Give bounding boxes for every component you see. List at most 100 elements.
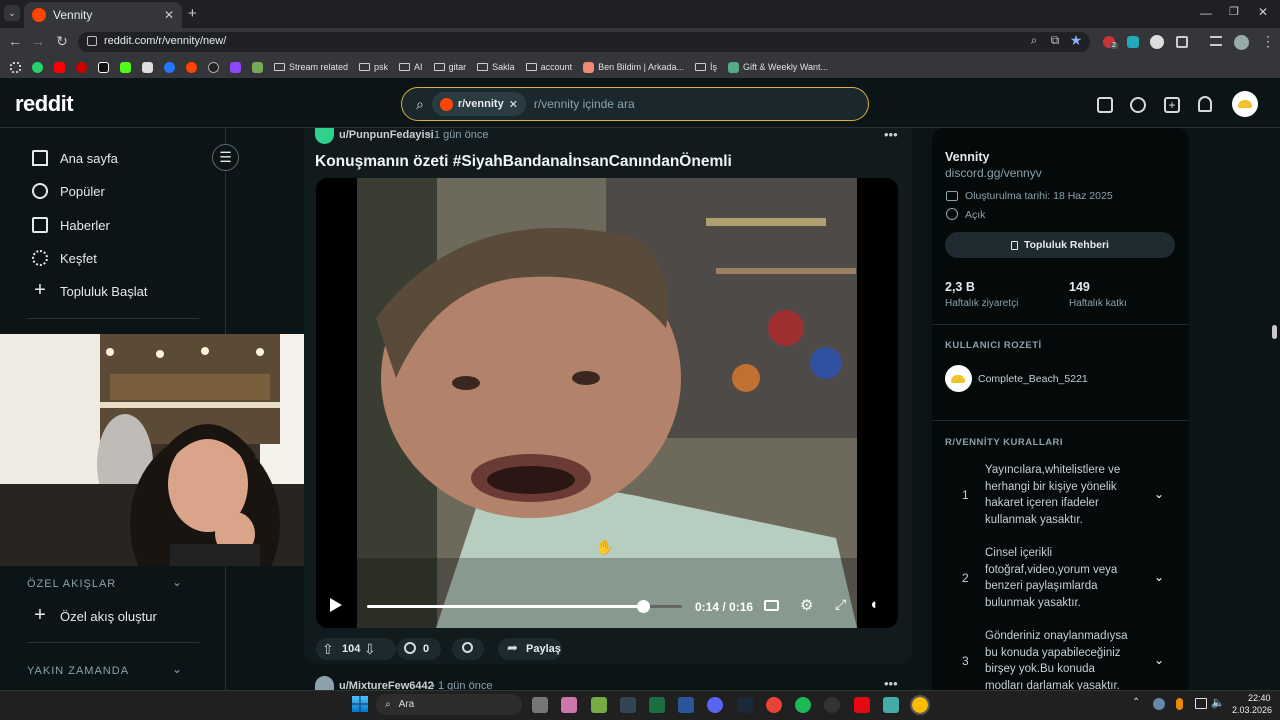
- badge-avatar[interactable]: [945, 365, 972, 392]
- apps-grid-icon[interactable]: [10, 61, 21, 73]
- extension-icon[interactable]: [1150, 35, 1164, 49]
- search-bar[interactable]: ⌕ r/vennity ✕ r/vennity içinde ara: [401, 87, 869, 121]
- chrome-active-icon[interactable]: [910, 695, 930, 715]
- bookmark-folder[interactable]: gitar: [433, 62, 466, 72]
- reload-icon[interactable]: ↻: [52, 33, 72, 50]
- zoom-icon[interactable]: ⌕: [1024, 33, 1044, 48]
- nav-home[interactable]: Ana sayfa: [32, 150, 118, 166]
- ad-icon[interactable]: [1097, 97, 1113, 113]
- chrome-icon[interactable]: [766, 697, 782, 713]
- spotify-icon[interactable]: [795, 697, 811, 713]
- downvote-icon[interactable]: ⇩: [364, 641, 376, 658]
- upvote-icon[interactable]: ⇧: [322, 641, 334, 658]
- cast-icon[interactable]: ⧉: [1045, 33, 1065, 48]
- chip-close-icon[interactable]: ✕: [509, 98, 518, 111]
- volume-tray-icon[interactable]: 🔈: [1211, 696, 1225, 709]
- word-icon[interactable]: [678, 697, 694, 713]
- youtube-icon[interactable]: [54, 61, 65, 73]
- extension-icon[interactable]: [1127, 36, 1139, 48]
- search-input[interactable]: r/vennity içinde ara: [534, 97, 635, 111]
- new-tab-button[interactable]: +: [188, 5, 197, 22]
- steam-tray-icon[interactable]: [1153, 698, 1165, 710]
- tab-list-button[interactable]: ⌄: [4, 5, 20, 21]
- post-title[interactable]: Konuşmanın özeti #SiyahBandanaİnsanCanın…: [315, 153, 732, 171]
- site-info-icon[interactable]: [87, 36, 97, 46]
- bookmark-folder[interactable]: AI: [399, 62, 423, 72]
- davinci-icon[interactable]: [620, 697, 636, 713]
- badge-username[interactable]: Complete_Beach_5221: [978, 373, 1088, 385]
- obs-icon[interactable]: [824, 697, 840, 713]
- volume-icon[interactable]: ◖: [869, 596, 878, 613]
- nav-popular[interactable]: Popüler: [32, 183, 105, 199]
- bookmark-folder[interactable]: Sakla: [477, 62, 515, 72]
- chevron-down-icon[interactable]: ⌄: [1154, 569, 1164, 586]
- rule-item[interactable]: 2 Cinsel içerikli fotoğraf,video,yorum v…: [945, 545, 1175, 615]
- kick-icon[interactable]: [120, 61, 131, 73]
- netflix-icon[interactable]: [854, 697, 870, 713]
- whatsapp-icon[interactable]: [32, 61, 43, 73]
- user-avatar[interactable]: [1232, 91, 1258, 117]
- next-author-avatar[interactable]: [315, 676, 334, 690]
- create-custom-feed[interactable]: + Özel akış oluştur: [32, 605, 157, 625]
- discord-icon[interactable]: [707, 697, 723, 713]
- chevron-down-icon[interactable]: ⌄: [1154, 486, 1164, 503]
- clock-date[interactable]: 2.03.2026: [1232, 705, 1272, 715]
- reading-list-icon[interactable]: [1210, 36, 1222, 46]
- chevron-down-icon[interactable]: ⌄: [172, 662, 182, 676]
- video-progress-handle[interactable]: [636, 600, 650, 613]
- bookmark-star-icon[interactable]: ★: [1066, 32, 1086, 49]
- bookmark-icon[interactable]: [76, 61, 87, 73]
- copilot-icon[interactable]: [561, 697, 577, 713]
- chevron-down-icon[interactable]: ⌄: [1154, 652, 1164, 669]
- rule-item[interactable]: 3 Gönderiniz onaylanmadıysa bu konuda ya…: [945, 628, 1175, 690]
- captions-icon[interactable]: [764, 600, 779, 611]
- menu-toggle-icon[interactable]: ☰: [212, 144, 239, 171]
- nav-news[interactable]: Haberler: [32, 217, 110, 233]
- app-icon[interactable]: [883, 697, 899, 713]
- custom-feeds-header[interactable]: ÖZEL AKIŞLAR: [27, 578, 116, 590]
- bookmark-link[interactable]: Ben Bildim | Arkada...: [583, 61, 684, 73]
- play-icon[interactable]: [330, 598, 342, 612]
- bookmark-folder[interactable]: psk: [359, 62, 388, 72]
- tab-close-icon[interactable]: ✕: [164, 8, 174, 22]
- window-minimize-button[interactable]: —: [1200, 6, 1212, 20]
- forward-icon[interactable]: →: [28, 33, 48, 49]
- video-player[interactable]: 0:14 / 0:16 ⚙ ⤢ ◖: [316, 178, 898, 628]
- back-icon[interactable]: ←: [5, 33, 25, 49]
- browser-tab[interactable]: Vennity ✕: [24, 2, 182, 28]
- community-guide-button[interactable]: Topluluk Rehberi: [945, 232, 1175, 258]
- bookmark-folder[interactable]: İş: [695, 62, 717, 72]
- reddit-icon[interactable]: [186, 61, 197, 73]
- profile-avatar[interactable]: [1234, 35, 1249, 50]
- tray-chevron-icon[interactable]: ⌃: [1132, 697, 1140, 708]
- bookmark-icon[interactable]: [164, 61, 175, 73]
- twitch-icon[interactable]: [230, 61, 241, 73]
- community-link[interactable]: discord.gg/vennyv: [945, 166, 1042, 180]
- reddit-logo[interactable]: reddit: [15, 91, 74, 117]
- fullscreen-icon[interactable]: ⤢: [835, 596, 846, 613]
- post-author[interactable]: u/PunpunFedayisi: [339, 129, 434, 141]
- bookmark-link[interactable]: Gift & Weekly Want...: [728, 61, 828, 73]
- bookmark-folder[interactable]: account: [525, 62, 572, 72]
- window-restore-button[interactable]: ❐: [1229, 5, 1239, 18]
- bookmark-icon[interactable]: [252, 61, 263, 73]
- clock-time[interactable]: 22:40: [1248, 693, 1271, 703]
- nav-explore[interactable]: Keşfet: [32, 250, 97, 266]
- steam-icon[interactable]: [737, 697, 753, 713]
- subreddit-chip[interactable]: r/vennity ✕: [431, 92, 526, 116]
- browser-menu-icon[interactable]: ⋮: [1258, 33, 1278, 50]
- bookmark-folder[interactable]: Stream related: [274, 62, 348, 72]
- page-scrollbar-thumb[interactable]: [1272, 325, 1277, 339]
- taskbar-search[interactable]: ⌕ Ara: [376, 694, 522, 715]
- window-close-button[interactable]: ✕: [1258, 5, 1268, 19]
- app-icon[interactable]: [591, 697, 607, 713]
- microphone-icon[interactable]: [1176, 698, 1183, 710]
- network-icon[interactable]: [1195, 698, 1207, 709]
- task-view-icon[interactable]: [532, 697, 548, 713]
- recent-header[interactable]: YAKIN ZAMANDA: [27, 665, 129, 677]
- github-icon[interactable]: [208, 61, 219, 73]
- tiktok-icon[interactable]: [98, 61, 109, 73]
- bookmark-icon[interactable]: [142, 61, 153, 73]
- nav-start-community[interactable]: + Topluluk Başlat: [32, 280, 147, 300]
- create-post-icon[interactable]: +: [1164, 97, 1180, 113]
